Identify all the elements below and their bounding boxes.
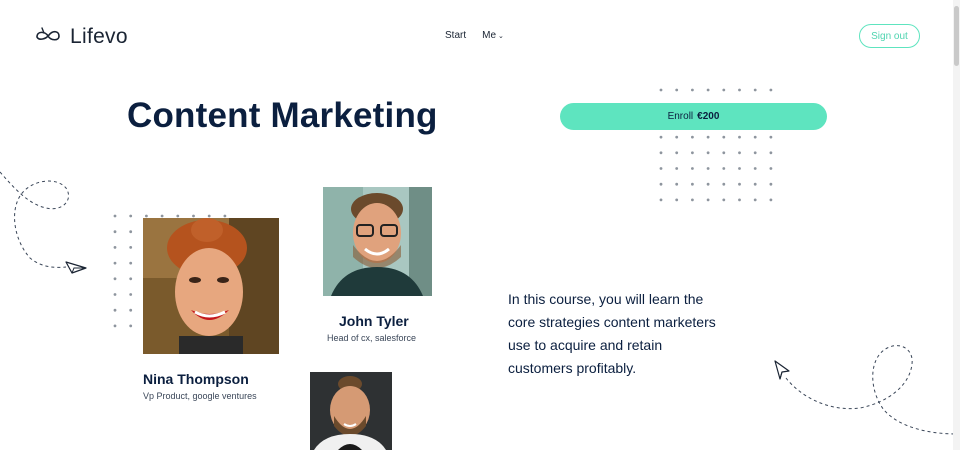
logo-infinity-icon xyxy=(34,24,64,49)
dashed-path-left xyxy=(0,171,69,268)
instructor-name: Nina Thompson xyxy=(143,371,249,387)
scrollbar-thumb[interactable] xyxy=(954,6,959,66)
dot xyxy=(659,88,663,92)
dashed-path-right xyxy=(785,345,959,435)
instructor-role: Head of cx, salesforce xyxy=(327,333,417,343)
dot xyxy=(113,246,117,249)
dot xyxy=(659,198,663,202)
dot xyxy=(129,324,133,328)
dot xyxy=(769,198,773,202)
dot xyxy=(113,261,117,265)
sign-out-button[interactable]: Sign out xyxy=(859,24,920,48)
dot xyxy=(659,135,663,139)
dot xyxy=(113,308,117,312)
dot xyxy=(129,230,133,234)
dot xyxy=(659,151,663,155)
main-nav: Start Me ⌄ xyxy=(445,30,504,41)
nav-me[interactable]: Me ⌄ xyxy=(482,30,504,41)
enroll-button[interactable]: Enroll €200 xyxy=(560,103,827,130)
enroll-label: Enroll xyxy=(667,111,694,122)
dot xyxy=(176,214,180,218)
nav-start[interactable]: Start xyxy=(445,30,466,41)
dot xyxy=(691,135,694,139)
dot xyxy=(145,214,148,218)
dot xyxy=(129,277,133,281)
dot xyxy=(129,308,133,312)
dot xyxy=(129,293,133,296)
dot xyxy=(753,167,757,170)
instructor-photo-john xyxy=(323,187,432,296)
scrollbar[interactable] xyxy=(953,0,960,450)
dot xyxy=(691,151,694,155)
dot xyxy=(722,88,726,92)
dot xyxy=(753,135,757,139)
dot xyxy=(129,261,133,265)
site-header: Lifevo Start Me ⌄ Sign out xyxy=(0,0,960,72)
dot xyxy=(691,88,694,92)
dot xyxy=(659,182,663,186)
dot xyxy=(722,135,726,139)
dot xyxy=(223,214,227,218)
dot xyxy=(738,151,741,155)
paper-plane-icon xyxy=(65,261,87,274)
dot xyxy=(675,198,679,202)
dot xyxy=(659,167,663,170)
instructor-photo-third xyxy=(310,372,392,450)
cursor-arrow-icon xyxy=(774,360,790,380)
dot xyxy=(706,182,710,186)
dot xyxy=(113,230,117,234)
dot xyxy=(722,198,726,202)
dot xyxy=(129,214,133,218)
dot xyxy=(769,88,773,92)
dot xyxy=(769,135,773,139)
dot xyxy=(738,182,741,186)
dot xyxy=(738,135,741,139)
dot xyxy=(113,293,117,296)
dot xyxy=(160,214,164,218)
dot xyxy=(722,151,726,155)
dot xyxy=(691,182,694,186)
dot xyxy=(113,277,117,281)
dot xyxy=(192,214,195,218)
dot xyxy=(753,182,757,186)
enroll-price: €200 xyxy=(697,111,720,122)
dot xyxy=(675,135,679,139)
dot xyxy=(753,88,757,92)
dot xyxy=(769,167,773,170)
dot xyxy=(691,198,694,202)
dot xyxy=(722,167,726,170)
dot xyxy=(753,151,757,155)
page-title: Content Marketing xyxy=(127,96,438,135)
dot xyxy=(706,167,710,170)
dot xyxy=(769,182,773,186)
logo[interactable]: Lifevo xyxy=(34,24,128,49)
dot xyxy=(738,198,741,202)
course-description: In this course, you will learn the core … xyxy=(508,291,716,376)
dot xyxy=(753,198,757,202)
chevron-down-icon: ⌄ xyxy=(498,33,504,40)
dot xyxy=(706,135,710,139)
dot xyxy=(675,167,679,170)
dot xyxy=(675,151,679,155)
dot xyxy=(706,198,710,202)
dot xyxy=(738,167,741,170)
dot xyxy=(769,151,773,155)
dot xyxy=(675,88,679,92)
dot xyxy=(113,214,117,218)
instructor-name: John Tyler xyxy=(339,313,409,329)
instructor-role: Vp Product, google ventures xyxy=(143,391,257,401)
dot xyxy=(706,88,710,92)
dot xyxy=(675,182,679,186)
dot xyxy=(113,324,117,328)
nav-me-label: Me xyxy=(482,30,497,41)
dot xyxy=(706,151,710,155)
dot xyxy=(722,182,726,186)
dot xyxy=(207,214,211,218)
dot xyxy=(738,88,741,92)
dot xyxy=(129,246,133,249)
instructor-photo-nina xyxy=(143,218,279,354)
dot xyxy=(691,167,694,170)
logo-text: Lifevo xyxy=(70,24,128,48)
